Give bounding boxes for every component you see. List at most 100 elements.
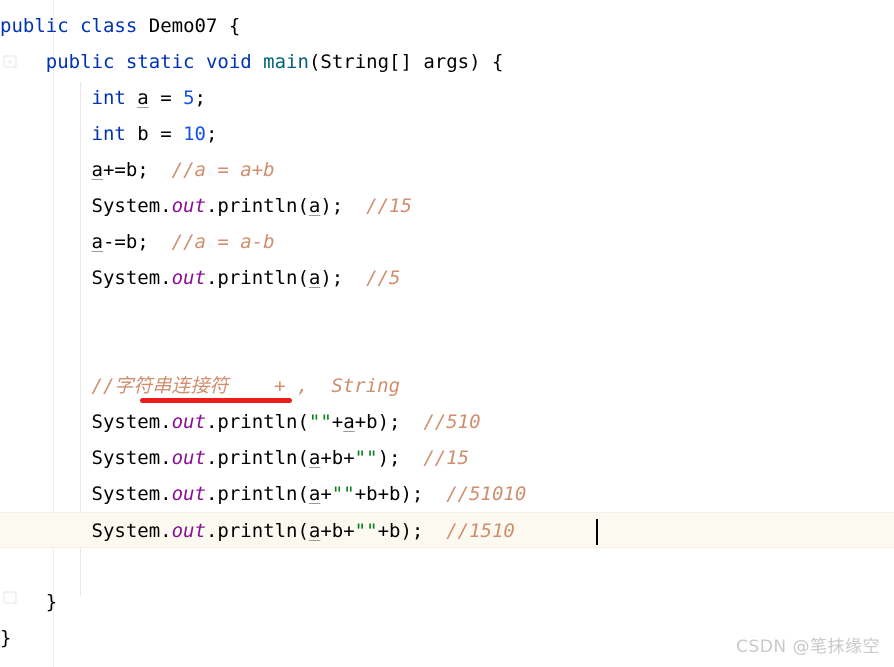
code-token: //a = a+b xyxy=(171,159,275,181)
code-token: out xyxy=(171,483,206,505)
code-line-text: } xyxy=(0,584,57,620)
code-line-text: a-=b; //a = a-b xyxy=(0,224,275,260)
code-token: } xyxy=(45,591,58,613)
code-token: System xyxy=(91,483,161,505)
code-line-text: a+=b; //a = a+b xyxy=(0,152,275,188)
code-token: 10 xyxy=(183,123,206,145)
code-token: "" xyxy=(354,447,378,469)
code-line-text: System.out.println(a+b+""+b); //1510 xyxy=(0,513,515,549)
code-token: //1510 xyxy=(446,520,515,542)
code-token: [] args) { xyxy=(389,51,504,73)
code-token: .println( xyxy=(205,411,309,433)
code-token: +=b; xyxy=(102,159,149,181)
code-token: static xyxy=(125,51,195,73)
code-token: +b+ xyxy=(320,447,355,469)
code-token: //5 xyxy=(366,267,401,289)
code-line[interactable] xyxy=(0,332,894,368)
code-token: .println( xyxy=(205,483,309,505)
code-token: System xyxy=(91,195,161,217)
code-line[interactable]: System.out.println(a+b+""+b); //1510 xyxy=(0,512,894,548)
code-line-text: int b = 10; xyxy=(0,116,218,152)
code-token: a xyxy=(308,520,321,542)
code-token: out xyxy=(171,195,206,217)
code-token: = xyxy=(148,87,184,109)
code-token: . xyxy=(160,411,172,433)
code-line-text: } xyxy=(0,620,11,656)
code-token: +b); xyxy=(354,411,401,433)
code-line[interactable]: int b = 10; xyxy=(0,116,894,152)
code-token: a xyxy=(308,195,321,217)
code-token: out xyxy=(171,411,206,433)
code-token: ); xyxy=(377,447,401,469)
code-line[interactable]: } xyxy=(0,584,894,620)
code-token: .println( xyxy=(205,267,309,289)
code-token: . xyxy=(160,195,172,217)
code-token: out xyxy=(171,520,206,542)
code-token: a xyxy=(137,87,149,109)
code-token: out xyxy=(171,447,206,469)
code-token: System xyxy=(91,411,161,433)
code-line[interactable]: System.out.println(a); //15 xyxy=(0,188,894,224)
code-line[interactable] xyxy=(0,548,894,584)
code-token: void xyxy=(205,51,252,73)
code-line-text: int a = 5; xyxy=(0,80,206,116)
code-line-text: System.out.println(a+b+""); //15 xyxy=(0,440,470,476)
code-token: public xyxy=(0,15,69,37)
code-token: int xyxy=(91,123,126,145)
code-token: a xyxy=(308,267,321,289)
code-line[interactable]: public static void main(String[] args) { xyxy=(0,44,894,80)
code-token: +b+ xyxy=(320,520,355,542)
code-token: "" xyxy=(331,483,355,505)
code-content[interactable]: public class Demo07 { public static void… xyxy=(0,0,894,667)
code-token: class xyxy=(80,15,138,37)
code-token: 5 xyxy=(183,87,195,109)
code-token: "" xyxy=(354,520,378,542)
code-line[interactable]: System.out.println(a); //5 xyxy=(0,260,894,296)
code-token: . xyxy=(160,520,172,542)
code-token: +b); xyxy=(377,520,424,542)
code-line[interactable]: System.out.println(""+a+b); //510 xyxy=(0,404,894,440)
code-line[interactable]: public class Demo07 { xyxy=(0,8,894,44)
code-token: .println( xyxy=(205,447,309,469)
code-token: b xyxy=(137,123,149,145)
code-token: } xyxy=(0,627,12,649)
code-line[interactable]: //字符串连接符 + , String xyxy=(0,368,894,404)
csdn-watermark: CSDN @笔抹缘空 xyxy=(736,637,880,657)
code-line[interactable]: a+=b; //a = a+b xyxy=(0,152,894,188)
code-editor[interactable]: public class Demo07 { public static void… xyxy=(0,0,894,667)
code-line[interactable]: a-=b; //a = a-b xyxy=(0,224,894,260)
code-token: a xyxy=(343,411,355,433)
code-token: "" xyxy=(308,411,332,433)
code-token: ; xyxy=(205,123,218,145)
code-line[interactable]: int a = 5; xyxy=(0,80,894,116)
code-token: // xyxy=(91,375,115,397)
code-token: a xyxy=(91,159,103,181)
code-line[interactable]: System.out.println(a+""+b+b); //51010 xyxy=(0,476,894,512)
code-line-text: System.out.println(""+a+b); //510 xyxy=(0,404,481,440)
code-token: { xyxy=(228,15,241,37)
code-token: . xyxy=(160,447,172,469)
code-token: .println( xyxy=(205,195,309,217)
code-line[interactable]: System.out.println(a+b+""); //15 xyxy=(0,440,894,476)
code-token: //15 xyxy=(423,447,470,469)
code-line[interactable] xyxy=(0,296,894,332)
